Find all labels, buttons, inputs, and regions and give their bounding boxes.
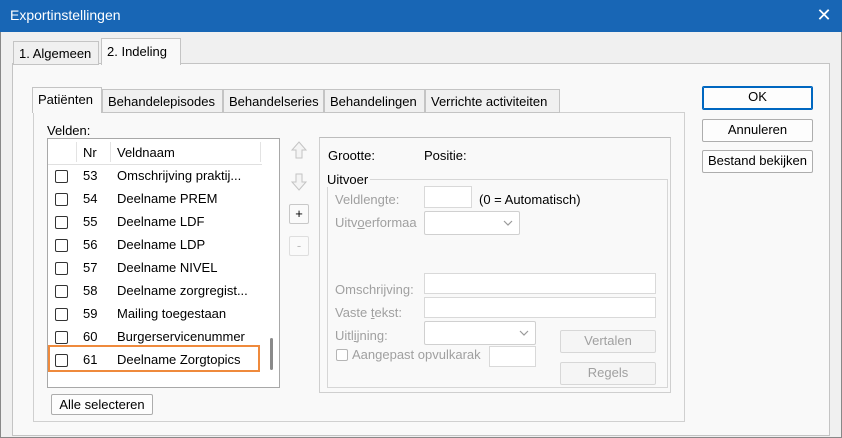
tab-label: Patiënten: [38, 92, 93, 107]
row-nr: 56: [83, 237, 98, 252]
row-nr: 58: [83, 283, 98, 298]
add-field-button[interactable]: +: [289, 204, 309, 224]
row-name: Deelname zorgregist...: [117, 283, 248, 298]
position-label: Positie:: [424, 148, 467, 163]
translate-label: Vertalen: [584, 333, 632, 348]
tab-behandelseries[interactable]: Behandelseries: [223, 89, 324, 113]
row-checkbox[interactable]: [55, 308, 68, 321]
row-name: Mailing toegestaan: [117, 306, 227, 321]
tab-label: 2. Indeling: [107, 44, 167, 59]
row-nr: 59: [83, 306, 98, 321]
list-item[interactable]: 56 Deelname LDP: [48, 234, 262, 257]
select-all-label: Alle selecteren: [59, 397, 145, 412]
tab-label: Behandelepisodes: [108, 94, 215, 109]
column-header-nr[interactable]: Nr: [83, 145, 97, 160]
view-file-label: Bestand bekijken: [707, 153, 807, 168]
tab-behandelingen[interactable]: Behandelingen: [324, 89, 425, 113]
chevron-down-icon: [503, 220, 513, 226]
row-checkbox[interactable]: [55, 193, 68, 206]
row-checkbox[interactable]: [55, 285, 68, 298]
description-input[interactable]: [424, 273, 656, 294]
close-icon[interactable]: ✕: [814, 4, 834, 26]
list-item[interactable]: 59 Mailing toegestaan: [48, 303, 262, 326]
alignment-label: Uitlijning:: [335, 328, 388, 343]
window-title: Exportinstellingen: [10, 7, 121, 23]
row-name: Deelname NIVEL: [117, 260, 218, 275]
title-bar: Exportinstellingen ✕: [0, 0, 842, 32]
row-nr: 53: [83, 168, 98, 183]
row-nr: 57: [83, 260, 98, 275]
row-nr: 54: [83, 191, 98, 206]
output-format-label: Uitvoerformaa: [335, 215, 417, 230]
translate-button[interactable]: Vertalen: [560, 330, 656, 353]
custom-fill-input[interactable]: [489, 346, 536, 367]
tab-algemeen[interactable]: 1. Algemeen: [13, 41, 99, 65]
tab-patienten[interactable]: Patiënten: [32, 87, 102, 113]
tab-behandelepisodes[interactable]: Behandelepisodes: [102, 89, 223, 113]
chevron-down-icon: [519, 330, 529, 336]
remove-label: -: [296, 238, 302, 253]
remove-field-button[interactable]: -: [289, 236, 309, 256]
header-divider: [76, 142, 77, 162]
row-nr: 60: [83, 329, 98, 344]
ok-label: OK: [748, 89, 767, 104]
field-length-input[interactable]: [424, 186, 472, 208]
row-highlight: [48, 345, 260, 372]
field-length-hint: (0 = Automatisch): [479, 192, 581, 207]
list-item[interactable]: 55 Deelname LDF: [48, 211, 262, 234]
view-file-button[interactable]: Bestand bekijken: [702, 150, 813, 173]
tab-label: Behandelseries: [229, 94, 319, 109]
tab-indeling[interactable]: 2. Indeling: [101, 38, 181, 65]
size-label: Grootte:: [328, 148, 375, 163]
tab-label: 1. Algemeen: [19, 46, 92, 61]
row-checkbox[interactable]: [55, 170, 68, 183]
list-item[interactable]: 53 Omschrijving praktij...: [48, 165, 262, 188]
column-header-veldnaam[interactable]: Veldnaam: [117, 145, 175, 160]
header-divider: [260, 142, 261, 162]
tab-label: Verrichte activiteiten: [431, 94, 548, 109]
move-up-icon[interactable]: [289, 139, 309, 161]
move-down-icon[interactable]: [289, 171, 309, 193]
select-all-button[interactable]: Alle selecteren: [51, 394, 153, 415]
alignment-select[interactable]: [424, 321, 536, 345]
custom-fill-checkbox[interactable]: [336, 349, 348, 361]
cancel-label: Annuleren: [727, 122, 788, 137]
row-name: Deelname PREM: [117, 191, 218, 206]
list-scrollbar[interactable]: [266, 139, 279, 387]
description-label: Omschrijving:: [335, 282, 414, 297]
scrollbar-thumb[interactable]: [270, 338, 273, 370]
tab-label: Behandelingen: [330, 94, 417, 109]
row-name: Deelname LDP: [117, 237, 206, 252]
cancel-button[interactable]: Annuleren: [702, 119, 813, 142]
field-length-label: Veldlengte:: [335, 192, 400, 207]
custom-fill-label: Aangepast opvulkarak: [352, 347, 481, 362]
list-item[interactable]: 58 Deelname zorgregist...: [48, 280, 262, 303]
header-divider: [110, 142, 111, 162]
row-checkbox[interactable]: [55, 262, 68, 275]
row-name: Burgerservicenummer: [117, 329, 245, 344]
add-label: +: [295, 206, 303, 221]
row-checkbox[interactable]: [55, 239, 68, 252]
row-name: Omschrijving praktij...: [117, 168, 242, 183]
rules-button[interactable]: Regels: [560, 362, 656, 385]
list-item[interactable]: 54 Deelname PREM: [48, 188, 262, 211]
tab-verrichte-activiteiten[interactable]: Verrichte activiteiten: [425, 89, 560, 113]
output-format-select[interactable]: [424, 211, 520, 235]
fixed-text-label: Vaste tekst:: [335, 305, 402, 320]
row-checkbox[interactable]: [55, 216, 68, 229]
row-checkbox[interactable]: [55, 331, 68, 344]
fields-label: Velden:: [47, 123, 91, 138]
ok-button[interactable]: OK: [702, 86, 813, 110]
row-name: Deelname LDF: [117, 214, 205, 229]
fixed-text-input[interactable]: [424, 297, 656, 318]
list-item[interactable]: 57 Deelname NIVEL: [48, 257, 262, 280]
output-group-label: Uitvoer: [325, 172, 371, 187]
rules-label: Regels: [587, 365, 629, 380]
row-nr: 55: [83, 214, 98, 229]
list-header: Nr Veldnaam: [48, 139, 262, 165]
